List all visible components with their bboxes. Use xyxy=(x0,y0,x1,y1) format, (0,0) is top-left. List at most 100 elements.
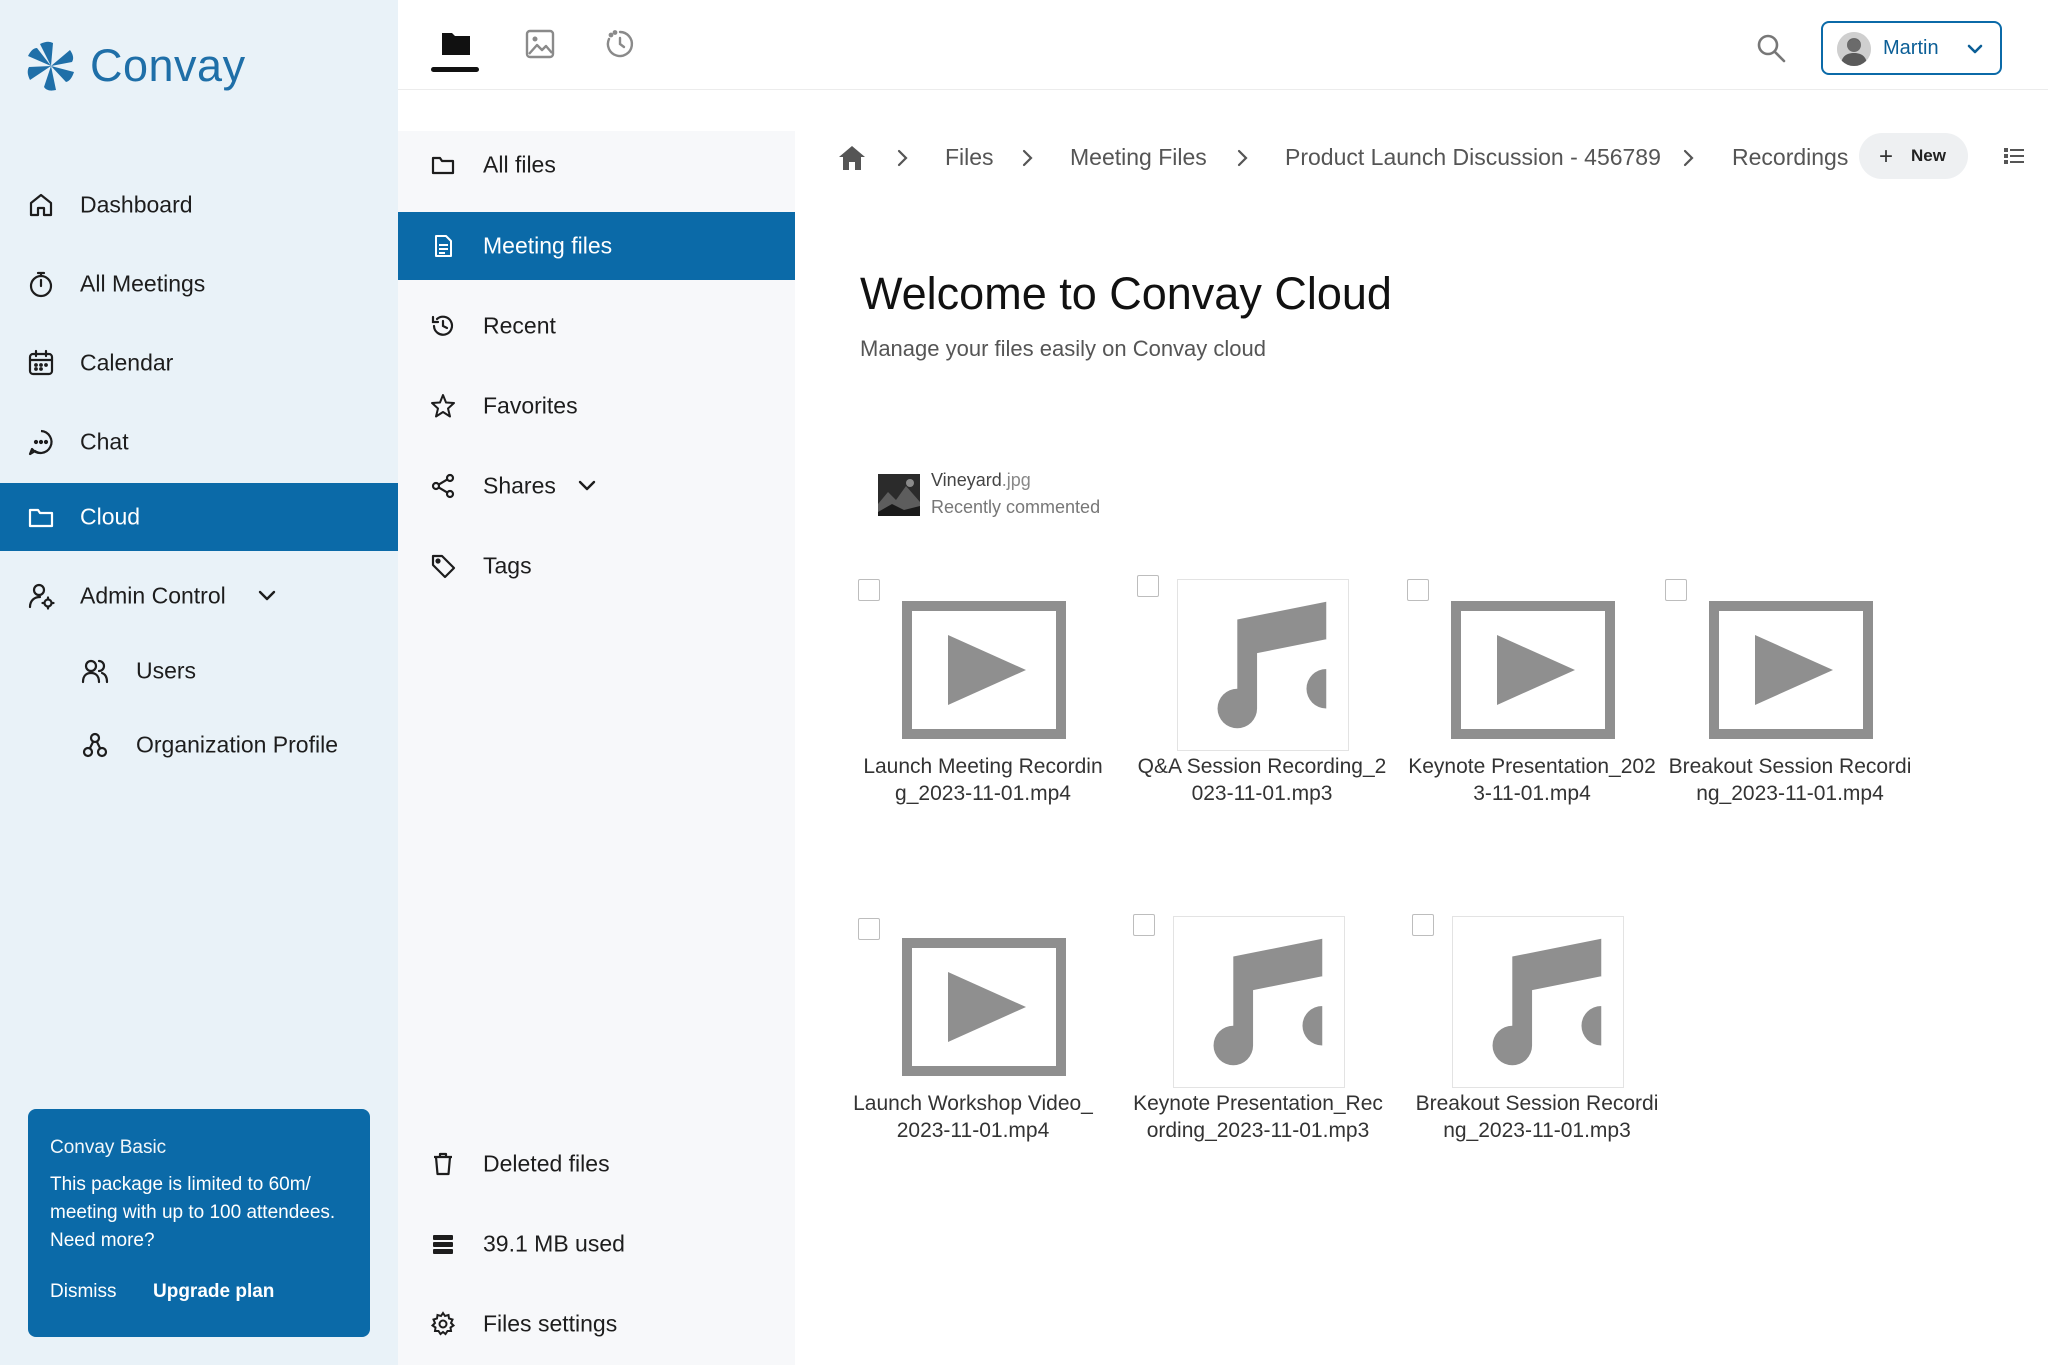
admin-user-icon xyxy=(26,581,56,611)
sidebar-item-users[interactable]: Users xyxy=(0,637,398,705)
files-nav-label: All files xyxy=(483,151,556,178)
files-nav-recent[interactable]: Recent xyxy=(398,292,795,360)
chat-icon xyxy=(26,427,56,457)
storage-usage: 39.1 MB used xyxy=(398,1210,795,1278)
files-nav-label: Deleted files xyxy=(483,1150,610,1177)
sidebar-item-chat[interactable]: Chat xyxy=(0,408,398,476)
calendar-icon xyxy=(26,348,56,378)
sidebar-item-cloud[interactable]: Cloud xyxy=(0,483,398,551)
history-icon xyxy=(428,311,458,341)
files-nav-all-files[interactable]: All files xyxy=(398,131,795,199)
sidebar-item-label: Calendar xyxy=(80,349,174,376)
plan-upgrade-card: Convay Basic This package is limited to … xyxy=(28,1109,370,1337)
file-item[interactable]: Keynote Presentation_Recording_2023-11-0… xyxy=(1133,896,1383,1216)
file-checkbox[interactable] xyxy=(1137,575,1159,597)
chevron-down-icon xyxy=(1967,44,1983,54)
file-checkbox[interactable] xyxy=(1665,579,1687,601)
sidebar-item-label: Chat xyxy=(80,428,129,455)
users-icon xyxy=(80,656,110,686)
files-nav-shares[interactable]: Shares xyxy=(398,452,795,520)
main-sidebar: Convay Dashboard All Meetings Calendar C… xyxy=(0,0,398,1365)
file-item[interactable]: Keynote Presentation_2023-11-01.mp4 xyxy=(1407,559,1656,879)
video-file-icon xyxy=(1709,601,1873,739)
files-nav-label: Meeting files xyxy=(483,232,613,259)
dismiss-button[interactable]: Dismiss xyxy=(50,1281,117,1303)
file-name: Keynote Presentation_2023-11-01.mp4 xyxy=(1408,755,1656,805)
app-tab-activity[interactable] xyxy=(594,18,646,70)
files-nav-settings[interactable]: Files settings xyxy=(398,1290,795,1358)
convay-logo-icon xyxy=(27,41,74,91)
sidebar-item-label: Organization Profile xyxy=(136,731,338,758)
new-button[interactable]: + New xyxy=(1859,133,1968,179)
home-icon[interactable] xyxy=(836,142,868,174)
meeting-files-icon xyxy=(428,231,458,261)
folder-icon xyxy=(442,33,470,55)
storage-icon xyxy=(428,1229,458,1259)
upgrade-plan-button[interactable]: Upgrade plan xyxy=(153,1281,274,1303)
audio-file-icon xyxy=(1452,916,1624,1088)
sidebar-item-all-meetings[interactable]: All Meetings xyxy=(0,250,398,318)
sidebar-item-organization-profile[interactable]: Organization Profile xyxy=(0,711,398,779)
file-checkbox[interactable] xyxy=(1407,579,1429,601)
user-menu-button[interactable]: Martin xyxy=(1821,21,2002,75)
storage-used-label: 39.1 MB used xyxy=(483,1230,625,1257)
app-tab-files[interactable] xyxy=(430,18,482,72)
search-icon[interactable] xyxy=(1753,30,1789,66)
image-icon xyxy=(525,29,555,59)
file-name: Launch Workshop Video_2023-11-01.mp4 xyxy=(853,1092,1093,1142)
file-checkbox[interactable] xyxy=(1133,914,1155,936)
file-item[interactable]: Q&A Session Recording_2023-11-01.mp3 xyxy=(1137,559,1386,879)
files-navigation: All files Meeting files Recent Favorites… xyxy=(398,131,795,1365)
files-nav-favorites[interactable]: Favorites xyxy=(398,372,795,440)
video-file-icon xyxy=(1451,601,1615,739)
sidebar-item-calendar[interactable]: Calendar xyxy=(0,329,398,397)
new-button-label: New xyxy=(1911,146,1946,165)
file-checkbox[interactable] xyxy=(858,918,880,940)
plan-title: Convay Basic xyxy=(50,1137,167,1158)
organization-icon xyxy=(80,730,110,760)
sidebar-item-label: Cloud xyxy=(80,503,141,530)
recent-file-name: Vineyard.jpg xyxy=(931,470,1031,490)
breadcrumb-item[interactable]: Files xyxy=(945,144,994,171)
audio-file-icon xyxy=(1177,579,1349,751)
breadcrumb-item[interactable]: Product Launch Discussion - 456789 xyxy=(1285,144,1661,171)
sidebar-item-admin-control[interactable]: Admin Control xyxy=(0,562,398,630)
chevron-right-icon xyxy=(1237,149,1248,167)
chevron-right-icon xyxy=(897,149,908,167)
file-item[interactable]: Breakout Session Recording_2023-11-01.mp… xyxy=(1412,896,1658,1216)
file-name: Keynote Presentation_Recording_2023-11-0… xyxy=(1133,1092,1383,1142)
file-checkbox[interactable] xyxy=(858,579,880,601)
sidebar-item-label: Admin Control xyxy=(80,582,226,609)
file-name: Q&A Session Recording_2023-11-01.mp3 xyxy=(1137,755,1387,805)
files-nav-meeting-files[interactable]: Meeting files xyxy=(398,212,795,280)
image-thumbnail xyxy=(878,474,920,516)
chevron-down-icon[interactable] xyxy=(574,473,600,499)
breadcrumb-item[interactable]: Recordings xyxy=(1732,144,1848,171)
file-checkbox[interactable] xyxy=(1412,914,1434,936)
files-nav-tags[interactable]: Tags xyxy=(398,532,795,600)
list-view-icon[interactable] xyxy=(2003,145,2025,167)
share-icon xyxy=(428,471,458,501)
chevron-right-icon xyxy=(1022,149,1033,167)
sidebar-item-label: All Meetings xyxy=(80,270,206,297)
file-item[interactable]: Launch Meeting Recording_2023-11-01.mp4 xyxy=(858,559,1103,879)
activity-icon xyxy=(606,30,634,58)
home-icon xyxy=(26,190,56,220)
stopwatch-icon xyxy=(26,269,56,299)
sidebar-item-label: Users xyxy=(136,657,197,684)
breadcrumb-item[interactable]: Meeting Files xyxy=(1070,144,1207,171)
sidebar-item-dashboard[interactable]: Dashboard xyxy=(0,171,398,239)
page-title: Welcome to Convay Cloud xyxy=(860,268,1392,319)
files-nav-label: Recent xyxy=(483,312,556,339)
files-nav-deleted-files[interactable]: Deleted files xyxy=(398,1130,795,1198)
video-file-icon xyxy=(902,601,1066,739)
convay-logo[interactable]: Convay xyxy=(26,40,246,92)
folder-icon xyxy=(26,502,56,532)
files-nav-label: Shares xyxy=(483,472,556,499)
app-tab-photos[interactable] xyxy=(514,18,566,70)
audio-file-icon xyxy=(1173,916,1345,1088)
video-file-icon xyxy=(902,938,1066,1076)
file-name: Breakout Session Recording_2023-11-01.mp… xyxy=(1668,755,1912,805)
file-item[interactable]: Launch Workshop Video_2023-11-01.mp4 xyxy=(853,896,1093,1216)
file-item[interactable]: Breakout Session Recording_2023-11-01.mp… xyxy=(1665,559,1911,879)
